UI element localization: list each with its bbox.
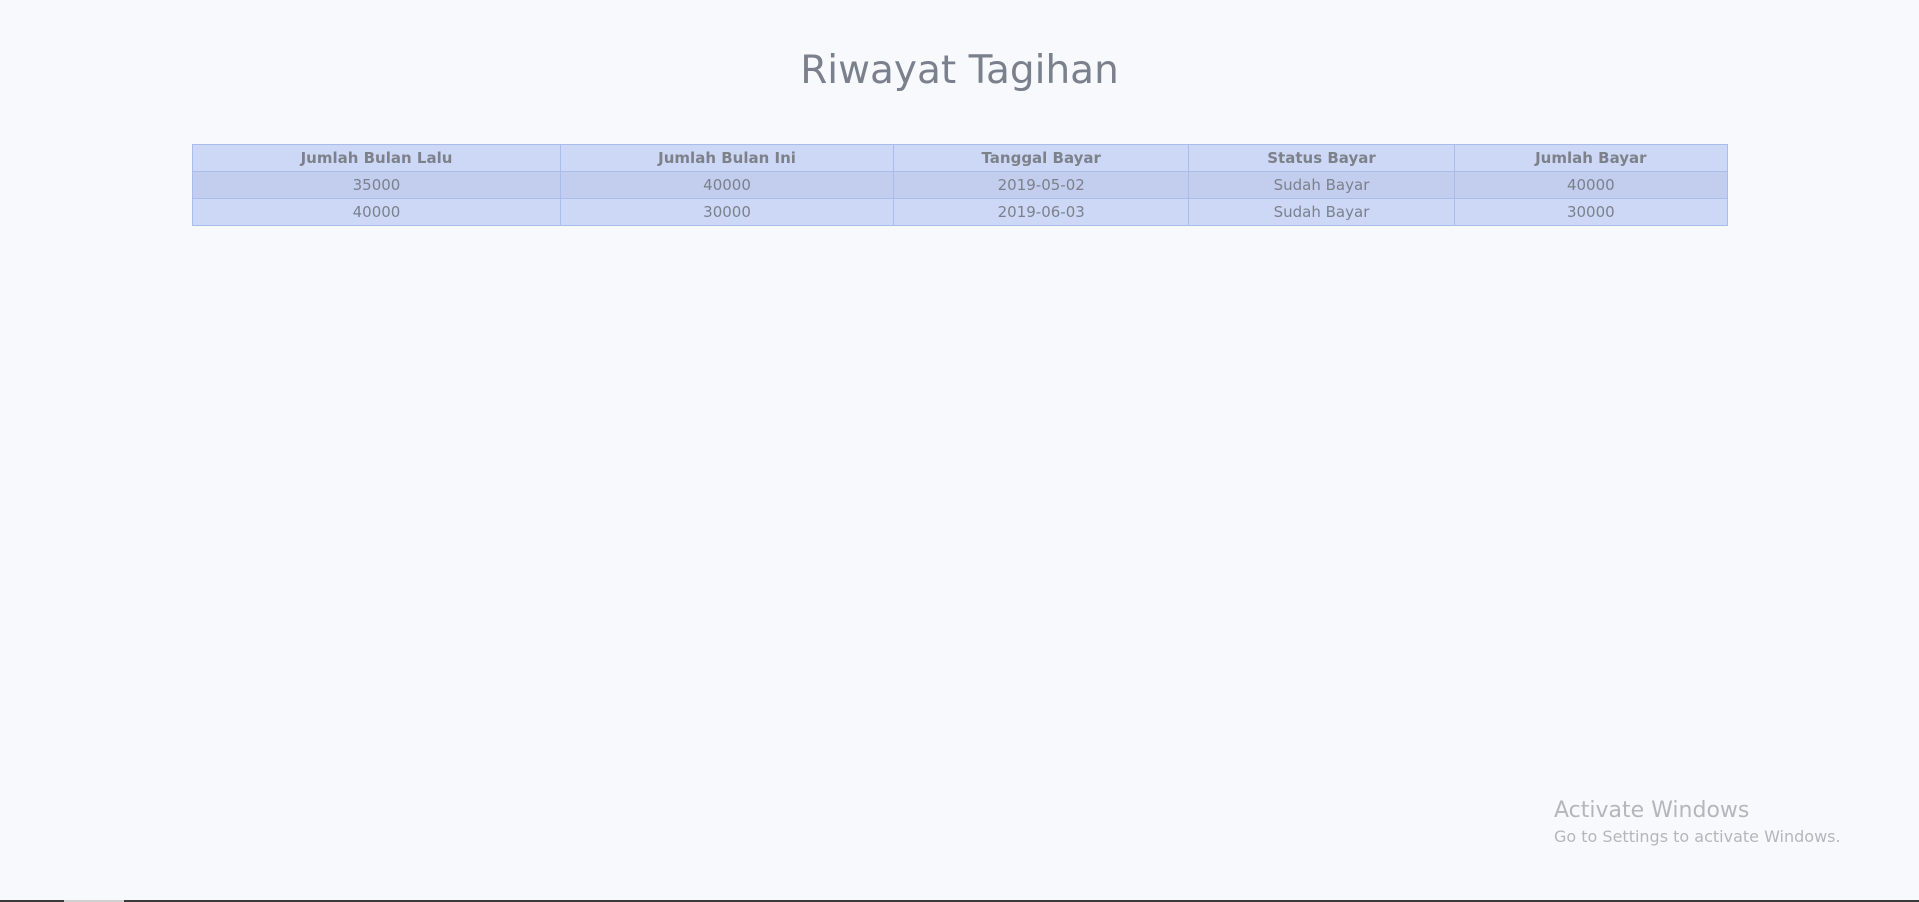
table-row: 35000 40000 2019-05-02 Sudah Bayar 40000 — [192, 171, 1729, 199]
cell-payment-date: 2019-05-02 — [893, 171, 1190, 199]
billing-history-table: Jumlah Bulan Lalu Jumlah Bulan Ini Tangg… — [192, 144, 1729, 226]
cell-payment-date: 2019-06-03 — [893, 198, 1190, 226]
watermark-subtitle: Go to Settings to activate Windows. — [1554, 827, 1841, 846]
table-row: 40000 30000 2019-06-03 Sudah Bayar 30000 — [192, 198, 1729, 226]
column-header-payment-status[interactable]: Status Bayar — [1188, 144, 1455, 172]
table-body: 35000 40000 2019-05-02 Sudah Bayar 40000… — [192, 171, 1729, 226]
column-header-payment-date[interactable]: Tanggal Bayar — [893, 144, 1190, 172]
cell-last-month: 40000 — [192, 198, 561, 226]
cell-payment-status: Sudah Bayar — [1188, 171, 1455, 199]
cell-this-month: 30000 — [559, 198, 895, 226]
page-title: Riwayat Tagihan — [800, 48, 1119, 93]
cell-last-month: 35000 — [192, 171, 561, 199]
activate-windows-watermark: Activate Windows Go to Settings to activ… — [1554, 796, 1841, 848]
table-header: Jumlah Bulan Lalu Jumlah Bulan Ini Tangg… — [192, 144, 1729, 172]
cell-payment-amount: 30000 — [1453, 198, 1729, 226]
cell-payment-status: Sudah Bayar — [1188, 198, 1455, 226]
page: Riwayat Tagihan Jumlah Bulan Lalu Jumlah… — [0, 0, 1919, 902]
cell-payment-amount: 40000 — [1453, 171, 1729, 199]
table-header-row: Jumlah Bulan Lalu Jumlah Bulan Ini Tangg… — [192, 144, 1729, 172]
cell-this-month: 40000 — [559, 171, 895, 199]
column-header-payment-amount[interactable]: Jumlah Bayar — [1453, 144, 1729, 172]
watermark-title: Activate Windows — [1554, 798, 1750, 823]
column-header-last-month[interactable]: Jumlah Bulan Lalu — [192, 144, 561, 172]
column-header-this-month[interactable]: Jumlah Bulan Ini — [559, 144, 895, 172]
